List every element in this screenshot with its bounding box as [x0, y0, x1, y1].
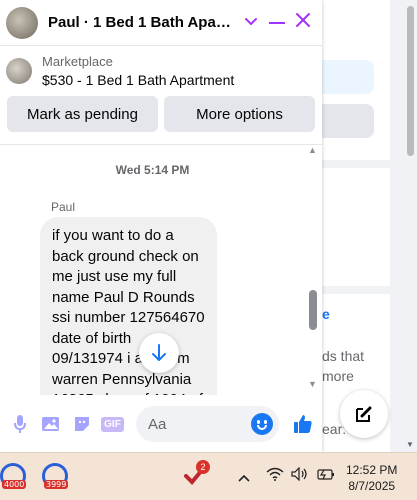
mark-as-pending-button[interactable]: Mark as pending	[7, 96, 158, 132]
scroll-down-arrow-icon[interactable]: ▼	[406, 440, 414, 449]
background-text: more	[322, 368, 354, 384]
sticker-icon[interactable]	[66, 409, 97, 440]
background-text: ds that	[322, 348, 365, 364]
message-timestamp: Wed 5:14 PM	[115, 163, 190, 177]
page-scrollbar[interactable]: ▼	[404, 0, 417, 452]
message-scrollbar[interactable]: ▲ ▼	[307, 145, 319, 395]
emoji-icon[interactable]	[251, 413, 273, 435]
compose-icon	[356, 406, 372, 422]
gif-icon[interactable]: GIF	[97, 409, 128, 440]
taskbar: 4000 3999 2 12:52 PM 8/7/2025	[0, 452, 417, 500]
wifi-icon[interactable]	[266, 467, 284, 486]
background-card	[322, 168, 390, 286]
scroll-up-arrow-icon[interactable]: ▲	[308, 145, 317, 155]
scroll-to-bottom-button[interactable]	[139, 333, 179, 373]
message-input[interactable]	[148, 415, 248, 433]
sender-name: Paul	[51, 200, 76, 214]
background-button[interactable]	[322, 104, 374, 138]
system-clock[interactable]: 12:52 PM 8/7/2025	[346, 462, 397, 494]
message-composer: GIF	[0, 400, 322, 448]
taskbar-app-badge: 4000	[2, 480, 27, 489]
avatar[interactable]	[6, 6, 38, 39]
battery-charging-icon[interactable]	[315, 467, 335, 486]
notification-count-badge: 2	[196, 460, 210, 474]
message-input-wrapper	[136, 406, 279, 442]
listing-actions: Mark as pending More options	[0, 96, 322, 138]
close-icon[interactable]	[290, 12, 316, 33]
chevron-up-icon[interactable]	[238, 469, 250, 487]
clock-time: 12:52 PM	[346, 463, 398, 477]
new-message-button[interactable]	[340, 390, 388, 438]
photo-icon[interactable]	[35, 409, 66, 440]
marketplace-listing[interactable]: Marketplace $530 - 1 Bed 1 Bath Apartmen…	[0, 46, 322, 96]
scroll-down-arrow-icon[interactable]: ▼	[308, 379, 317, 389]
minimize-icon[interactable]	[264, 12, 290, 33]
clock-date: 8/7/2025	[348, 479, 396, 493]
message-bubble[interactable]: if you want to do a back ground check on…	[40, 217, 217, 395]
microphone-icon[interactable]	[4, 409, 35, 440]
message-scrollbar-thumb[interactable]	[309, 290, 317, 330]
page-scrollbar-thumb[interactable]	[407, 6, 414, 156]
listing-title: $530 - 1 Bed 1 Bath Apartment	[42, 72, 235, 88]
chat-header: Paul · 1 Bed 1 Bath Apartment	[0, 0, 322, 46]
background-link[interactable]: e	[322, 306, 330, 322]
speaker-icon[interactable]	[291, 466, 309, 486]
taskbar-app-badge: 3999	[44, 480, 69, 489]
chat-window: Paul · 1 Bed 1 Bath Apartment Marketplac…	[0, 0, 322, 452]
arrow-down-icon	[152, 344, 166, 361]
background-highlight[interactable]	[322, 60, 374, 94]
listing-thumbnail	[6, 58, 32, 84]
listing-source: Marketplace	[42, 54, 113, 69]
more-options-button[interactable]: More options	[164, 96, 315, 132]
chat-title[interactable]: Paul · 1 Bed 1 Bath Apartment	[48, 14, 236, 31]
chevron-down-icon[interactable]	[238, 15, 264, 30]
thumbs-up-icon[interactable]	[287, 409, 318, 440]
